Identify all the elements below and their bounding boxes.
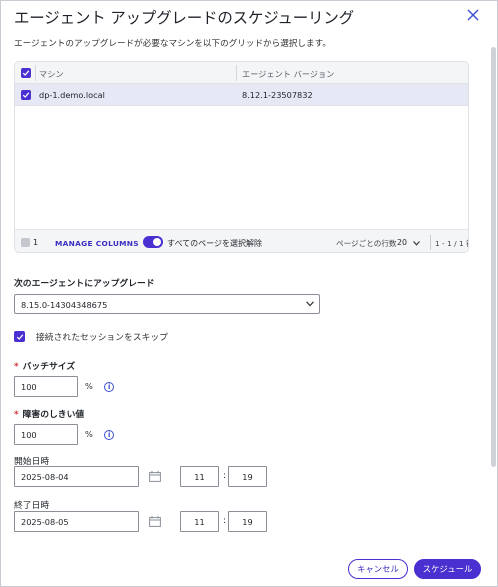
toggle-label: すべてのページを選択解除 (167, 239, 262, 248)
failure-threshold-value: 100 (21, 430, 37, 440)
rows-per-page-select[interactable]: 20 (397, 238, 407, 247)
rows-per-page-label: ページごとの行数 (336, 239, 397, 248)
pagination-range: 1 - 1 / 1 行 (435, 239, 468, 248)
skip-sessions-label[interactable]: 接続されたセッションをスキップ (36, 330, 168, 343)
row-checkbox[interactable] (21, 90, 31, 100)
start-date-input[interactable]: 2025-08-04 (14, 466, 139, 487)
grid-header: マシン エージェント バージョン (15, 62, 468, 84)
calendar-icon[interactable] (149, 471, 161, 482)
machine-grid: マシン エージェント バージョン dp-1.demo.local 8.12.1-… (14, 61, 469, 253)
dialog-title: エージェント アップグレードのスケジューリング (14, 9, 354, 27)
info-icon-glyph: i (108, 383, 111, 391)
end-date-value: 2025-08-05 (21, 517, 69, 527)
toggle-knob (153, 238, 161, 246)
start-hour-value: 11 (194, 472, 205, 482)
failure-threshold-unit: % (85, 429, 93, 439)
start-minute-input[interactable]: 19 (228, 466, 267, 487)
chevron-down-icon (306, 301, 314, 307)
failure-threshold-label-text: 障害のしきい値 (22, 410, 85, 420)
column-header-machine[interactable]: マシン (39, 68, 64, 80)
batch-size-label-text: バッチサイズ (22, 362, 76, 372)
cancel-button[interactable]: キャンセル (348, 559, 408, 579)
agent-version-select[interactable]: 8.15.0-14304348675 (14, 294, 320, 314)
skip-sessions-checkbox[interactable] (14, 331, 25, 342)
end-minute-value: 19 (242, 517, 253, 527)
end-hour-value: 11 (194, 517, 205, 527)
column-separator[interactable] (236, 65, 237, 81)
end-minute-input[interactable]: 19 (228, 511, 267, 532)
end-hour-input[interactable]: 11 (180, 511, 219, 532)
info-icon[interactable]: i (104, 430, 114, 440)
column-header-agent-version[interactable]: エージェント バージョン (242, 68, 334, 80)
deselect-all-pages-toggle[interactable] (143, 236, 163, 248)
batch-size-unit: % (85, 381, 93, 391)
schedule-upgrade-dialog: エージェント アップグレードのスケジューリング エージェントのアップグレードが必… (0, 0, 498, 587)
cell-agent-version: 8.12.1-23507832 (242, 90, 313, 100)
agent-version-select-value: 8.15.0-14304348675 (21, 300, 108, 310)
required-marker: * (14, 410, 19, 420)
schedule-button[interactable]: スケジュール (414, 559, 481, 579)
batch-size-label: * バッチサイズ (14, 359, 75, 372)
selected-count: 1 (33, 238, 39, 247)
required-marker: * (14, 362, 19, 372)
start-hour-input[interactable]: 11 (180, 466, 219, 487)
failure-threshold-input[interactable]: 100 (14, 424, 78, 445)
batch-size-value: 100 (21, 382, 37, 392)
start-date-value: 2025-08-04 (21, 472, 69, 482)
grid-footer: 1 MANAGE COLUMNS すべてのページを選択解除 ページごとの行数 2… (15, 229, 468, 252)
end-date-input[interactable]: 2025-08-05 (14, 511, 139, 532)
manage-columns-button[interactable]: MANAGE COLUMNS (55, 239, 139, 248)
chevron-down-icon[interactable] (413, 241, 420, 246)
failure-threshold-label: * 障害のしきい値 (14, 407, 84, 420)
footer-separator (430, 235, 431, 250)
batch-size-input[interactable]: 100 (14, 376, 78, 397)
dialog-subtitle: エージェントのアップグレードが必要なマシンを以下のグリッドから選択します。 (14, 39, 331, 49)
cell-machine: dp-1.demo.local (39, 90, 105, 100)
scrollbar-thumb[interactable] (491, 47, 496, 467)
start-minute-value: 19 (242, 472, 253, 482)
time-separator: : (223, 471, 227, 481)
time-separator: : (223, 516, 227, 526)
column-separator (35, 65, 36, 81)
end-datetime-label: 終了日時 (14, 501, 50, 511)
upgrade-to-label: 次のエージェントにアップグレード (14, 279, 155, 289)
calendar-icon[interactable] (149, 516, 161, 527)
table-row[interactable]: dp-1.demo.local 8.12.1-23507832 (15, 84, 468, 106)
selected-count-checkbox (21, 238, 30, 247)
close-icon[interactable] (466, 8, 480, 22)
info-icon-glyph: i (108, 431, 111, 439)
select-all-checkbox[interactable] (21, 68, 31, 78)
info-icon[interactable]: i (104, 382, 114, 392)
